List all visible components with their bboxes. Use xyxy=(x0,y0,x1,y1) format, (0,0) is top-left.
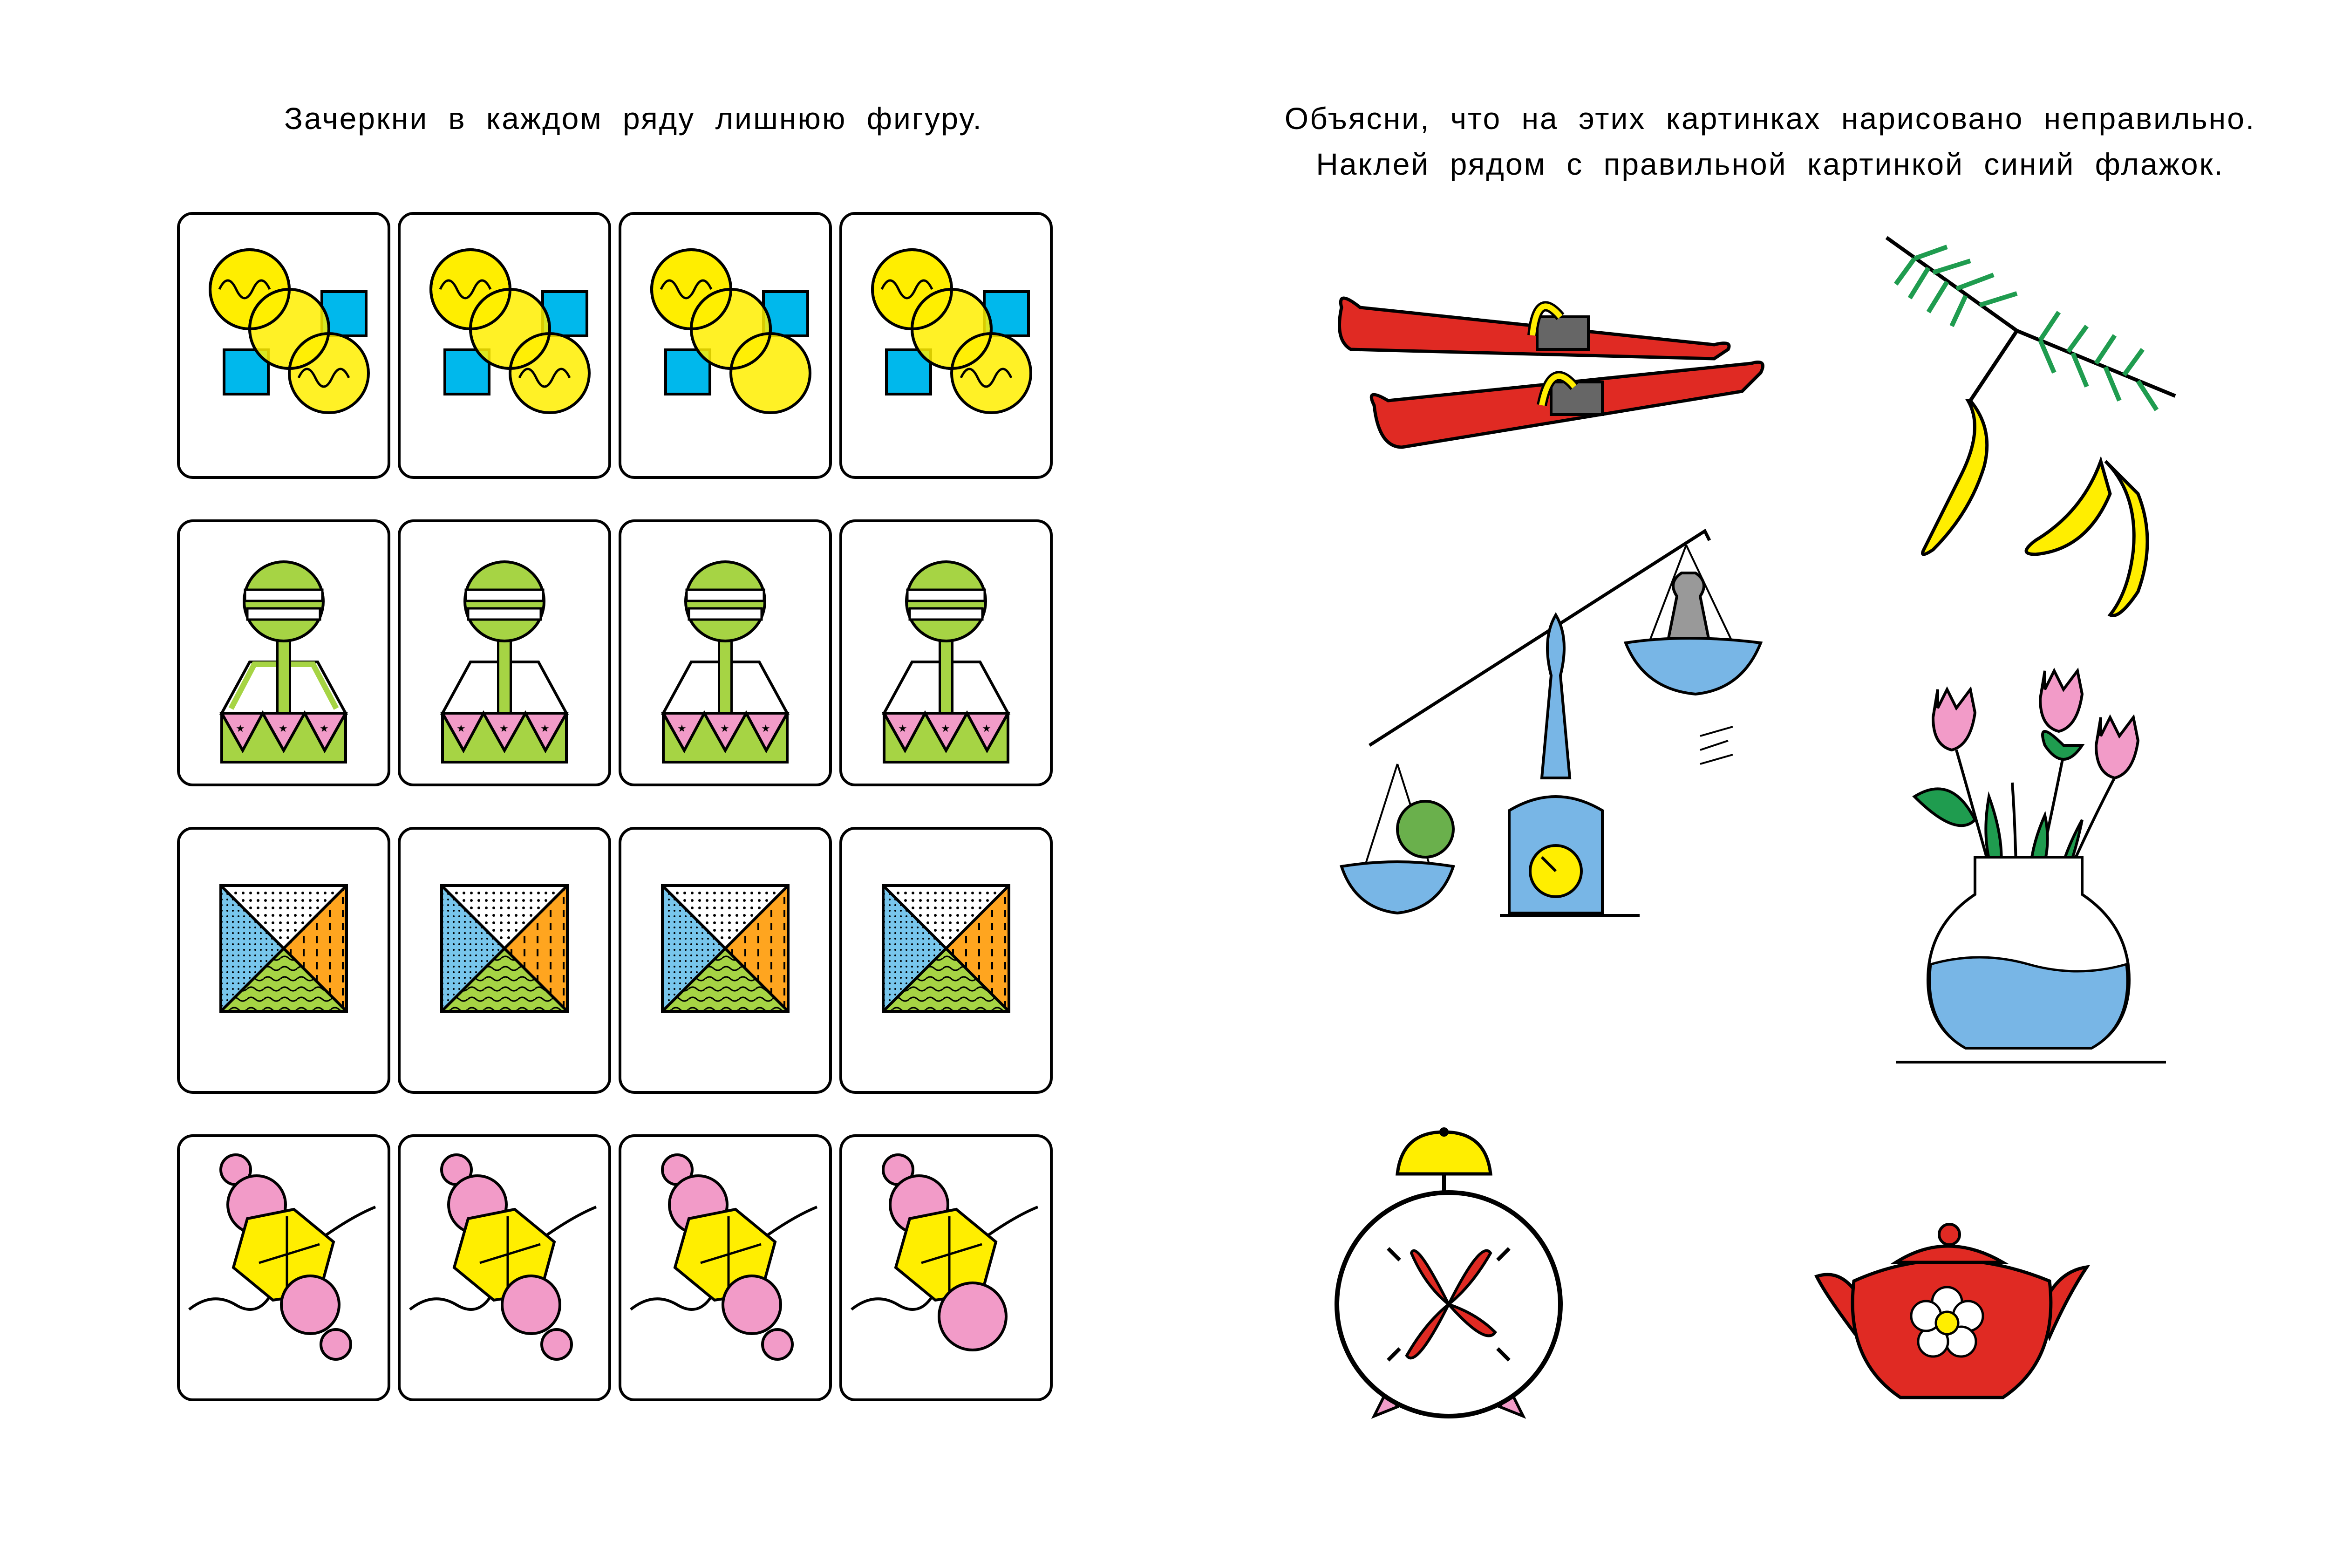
circles-squares-figure xyxy=(429,248,591,414)
svg-text:★: ★ xyxy=(677,723,687,734)
card-row2-4[interactable]: ★ ★ ★ xyxy=(839,519,1053,786)
right-instruction-line-1: Объясни, что на этих картинках нарисован… xyxy=(1284,101,2256,136)
rattle-figure: ★ ★ ★ xyxy=(881,560,1011,764)
svg-text:★: ★ xyxy=(456,723,466,734)
envelope-square-figure xyxy=(882,884,1010,1013)
left-instruction: Зачеркни в каждом ряду лишнюю фигуру. xyxy=(284,101,983,136)
card-row3-2[interactable] xyxy=(398,827,611,1094)
card-row2-3[interactable]: ★ ★ ★ xyxy=(619,519,832,786)
envelope-square-figure xyxy=(219,884,348,1013)
hexagon-beads-figure xyxy=(409,1153,597,1361)
svg-text:★: ★ xyxy=(279,723,288,734)
card-row3-1[interactable] xyxy=(177,827,390,1094)
svg-text:★: ★ xyxy=(941,723,950,734)
svg-text:★: ★ xyxy=(898,723,907,734)
card-row1-4[interactable] xyxy=(839,212,1053,479)
hexagon-beads-figure-odd xyxy=(851,1153,1039,1351)
tulips-in-vase-picture xyxy=(1896,667,2166,1064)
circles-squares-figure xyxy=(209,248,370,414)
right-instruction: Объясни, что на этих картинках нарисован… xyxy=(1258,95,2282,187)
hexagon-beads-figure xyxy=(630,1153,818,1361)
right-instruction-line-2: Наклей рядом с правильной картинкой сини… xyxy=(1316,147,2224,181)
card-row2-2[interactable]: ★ ★ ★ xyxy=(398,519,611,786)
svg-text:★: ★ xyxy=(761,723,770,734)
card-row2-1[interactable]: ★ ★ ★ xyxy=(177,519,390,786)
card-row1-2[interactable] xyxy=(398,212,611,479)
card-row4-1[interactable] xyxy=(177,1134,390,1401)
svg-text:★: ★ xyxy=(720,723,729,734)
rattle-figure: ★ ★ ★ xyxy=(219,560,348,764)
hexagon-beads-figure xyxy=(188,1153,376,1361)
svg-text:★: ★ xyxy=(540,723,550,734)
svg-text:★: ★ xyxy=(236,723,245,734)
rattle-figure: ★ ★ ★ xyxy=(440,560,569,764)
card-row4-2[interactable] xyxy=(398,1134,611,1401)
card-row4-3[interactable] xyxy=(619,1134,832,1401)
envelope-square-figure xyxy=(661,884,790,1013)
teapot-picture xyxy=(1814,1223,2091,1399)
card-row4-4[interactable] xyxy=(839,1134,1053,1401)
card-row1-1[interactable] xyxy=(177,212,390,479)
circles-squares-figure xyxy=(871,248,1032,414)
svg-text:★: ★ xyxy=(499,723,509,734)
circles-squares-figure-odd xyxy=(650,248,811,414)
scales-picture xyxy=(1340,528,1763,917)
rattle-figure: ★ ★ ★ xyxy=(661,560,790,764)
alarm-clock-picture xyxy=(1335,1127,1563,1419)
envelope-square-figure xyxy=(440,884,569,1013)
card-row1-3[interactable] xyxy=(619,212,832,479)
card-row3-4[interactable] xyxy=(839,827,1053,1094)
svg-text:★: ★ xyxy=(982,723,991,734)
fir-branch-with-bananas-picture xyxy=(1885,236,2176,617)
skis-picture xyxy=(1338,296,1764,449)
svg-text:★: ★ xyxy=(320,723,329,734)
card-row3-3[interactable] xyxy=(619,827,832,1094)
